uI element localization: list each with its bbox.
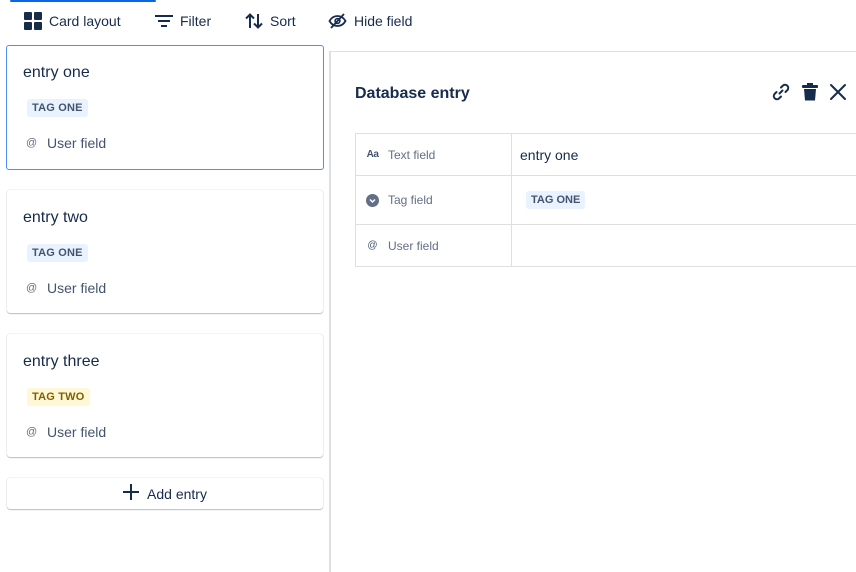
panel-title: Database entry xyxy=(355,85,470,102)
user-field-value[interactable] xyxy=(512,225,856,266)
filter-label: Filter xyxy=(180,13,212,29)
field-key: Aa Text field xyxy=(356,134,512,175)
at-icon: @ xyxy=(26,137,38,149)
card-list: entry one TAG ONE @ User field entry two… xyxy=(0,44,330,572)
user-field-row: @ User field xyxy=(26,135,106,151)
close-icon[interactable] xyxy=(829,83,847,101)
active-view-indicator xyxy=(10,0,156,2)
card-layout-button[interactable]: Card layout xyxy=(24,9,121,33)
hide-field-label: Hide field xyxy=(354,13,413,29)
field-row-user: @ User field xyxy=(356,225,856,267)
field-name: Tag field xyxy=(388,193,433,207)
field-name: Text field xyxy=(388,147,436,162)
tag-badge: TAG ONE xyxy=(27,244,88,262)
field-name: User field xyxy=(388,238,439,253)
user-field-row: @ User field xyxy=(26,424,106,440)
text-type-icon: Aa xyxy=(366,149,379,160)
toolbar: Card layout Filter Sort Hide field xyxy=(0,0,856,44)
sort-button[interactable]: Sort xyxy=(245,9,296,33)
add-entry-label: Add entry xyxy=(147,485,207,502)
filter-button[interactable]: Filter xyxy=(155,9,211,33)
sort-label: Sort xyxy=(270,13,296,29)
tag-field-value[interactable]: TAG ONE xyxy=(512,176,856,224)
user-field-label: User field xyxy=(47,135,107,151)
card-title: entry one xyxy=(23,64,90,81)
tag-badge: TAG TWO xyxy=(27,388,90,406)
user-field-row: @ User field xyxy=(26,280,106,296)
chevron-circle-icon xyxy=(366,193,379,207)
sort-icon xyxy=(245,13,263,29)
trash-icon[interactable] xyxy=(801,82,819,102)
field-table: Aa Text field entry one Tag field TAG ON… xyxy=(355,133,856,267)
card[interactable]: entry two TAG ONE @ User field xyxy=(7,190,323,313)
add-entry-button[interactable]: Add entry xyxy=(7,478,323,509)
user-field-label: User field xyxy=(47,280,107,296)
at-icon: @ xyxy=(26,426,38,438)
at-icon: @ xyxy=(367,240,378,251)
at-icon: @ xyxy=(26,282,38,294)
card-title: entry three xyxy=(23,353,100,370)
eye-off-icon xyxy=(328,13,347,29)
card[interactable]: entry three TAG TWO @ User field xyxy=(7,334,323,457)
card[interactable]: entry one TAG ONE @ User field xyxy=(6,45,324,170)
tag-badge: TAG ONE xyxy=(526,191,586,209)
entry-detail-panel: Database entry Aa Text field entry one T… xyxy=(331,51,856,572)
panel-actions xyxy=(771,82,847,102)
hide-field-button[interactable]: Hide field xyxy=(328,9,412,33)
user-field-label: User field xyxy=(47,424,107,440)
field-key: Tag field xyxy=(356,176,512,224)
field-key: @ User field xyxy=(356,225,512,266)
link-icon[interactable] xyxy=(771,82,791,102)
field-row-tag: Tag field TAG ONE xyxy=(356,176,856,225)
plus-icon xyxy=(123,484,140,503)
grid-icon xyxy=(24,12,42,30)
card-title: entry two xyxy=(23,209,88,226)
tag-badge: TAG ONE xyxy=(27,99,88,117)
field-row-text: Aa Text field entry one xyxy=(356,134,856,176)
filter-icon xyxy=(155,14,173,28)
card-layout-label: Card layout xyxy=(49,13,121,29)
text-field-value[interactable]: entry one xyxy=(512,134,856,175)
